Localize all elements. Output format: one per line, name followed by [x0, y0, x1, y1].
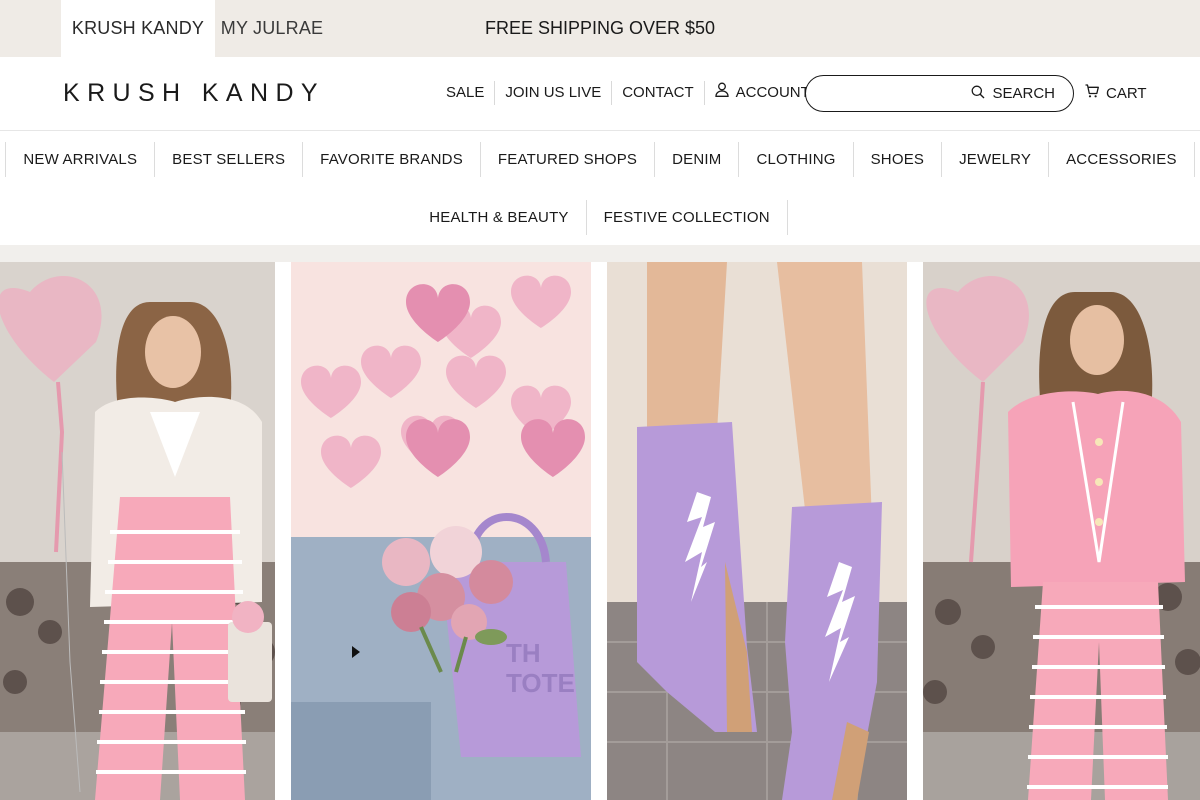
search-icon [971, 85, 985, 103]
nav-item-featured-shops[interactable]: FEATURED SHOPS [481, 142, 656, 177]
site-logo[interactable]: KRUSH KANDY [63, 79, 325, 108]
svg-text:TH: TH [506, 638, 541, 668]
nav-item-accessories[interactable]: ACCESSORIES [1049, 142, 1195, 177]
play-icon[interactable] [352, 646, 360, 658]
hero-photo-heart-sweater-tote[interactable]: TH TOTE [291, 262, 591, 800]
cart-icon [1085, 84, 1099, 102]
hero-photo-balloon-cardigan[interactable] [0, 262, 275, 800]
sale-link-label: SALE [446, 84, 485, 101]
section-divider [0, 245, 1200, 262]
nav-item-shoes[interactable]: SHOES [854, 142, 943, 177]
nav-item-festive-collection[interactable]: FESTIVE COLLECTION [587, 200, 788, 235]
svg-text:TOTE: TOTE [506, 668, 575, 698]
join-live-link[interactable]: JOIN US LIVE [495, 81, 613, 105]
utility-nav: SALE JOIN US LIVE CONTACT ACCOUNT [446, 81, 821, 105]
user-icon [714, 81, 729, 105]
search-button-label: SEARCH [992, 85, 1055, 102]
sale-link[interactable]: SALE [446, 81, 496, 105]
contact-link[interactable]: CONTACT [612, 81, 705, 105]
search-field: SEARCH [805, 75, 1074, 112]
join-live-label: JOIN US LIVE [505, 84, 602, 101]
nav-item-new-arrivals[interactable]: NEW ARRIVALS [5, 142, 156, 177]
account-label: ACCOUNT [735, 84, 810, 101]
free-shipping-announcement: FREE SHIPPING OVER $50 [484, 18, 716, 38]
store-tab-krush-kandy[interactable]: KRUSH KANDY [61, 0, 215, 57]
account-link[interactable]: ACCOUNT [705, 81, 821, 105]
nav-item-clothing[interactable]: CLOTHING [739, 142, 854, 177]
nav-item-jewelry[interactable]: JEWELRY [942, 142, 1050, 177]
nav-row-primary: NEW ARRIVALS BEST SELLERS FAVORITE BRAND… [0, 142, 1200, 177]
nav-item-favorite-brands[interactable]: FAVORITE BRANDS [303, 142, 481, 177]
cart-link[interactable]: CART [1085, 81, 1147, 105]
hero-photo-lavender-boots[interactable] [607, 262, 907, 800]
nav-item-denim[interactable]: DENIM [655, 142, 740, 177]
nav-row-secondary: HEALTH & BEAUTY FESTIVE COLLECTION [0, 200, 1200, 235]
site-header: KRUSH KANDY SALE JOIN US LIVE CONTACT AC… [0, 57, 1200, 131]
nav-item-best-sellers[interactable]: BEST SELLERS [155, 142, 304, 177]
search-input[interactable] [820, 82, 970, 106]
contact-label: CONTACT [622, 84, 694, 101]
hero-image-strip: TH TOTE [0, 262, 1200, 800]
cart-label: CART [1106, 84, 1147, 102]
search-button[interactable]: SEARCH [971, 76, 1055, 111]
nav-item-health-beauty[interactable]: HEALTH & BEAUTY [412, 200, 587, 235]
announcement-bar: KRUSH KANDY MY JULRAE FREE SHIPPING OVER… [0, 0, 1200, 57]
store-tab-my-julrae[interactable]: MY JULRAE [215, 0, 329, 57]
hero-photo-pink-cardigan-set[interactable] [923, 262, 1200, 800]
main-navigation: NEW ARRIVALS BEST SELLERS FAVORITE BRAND… [0, 131, 1200, 245]
